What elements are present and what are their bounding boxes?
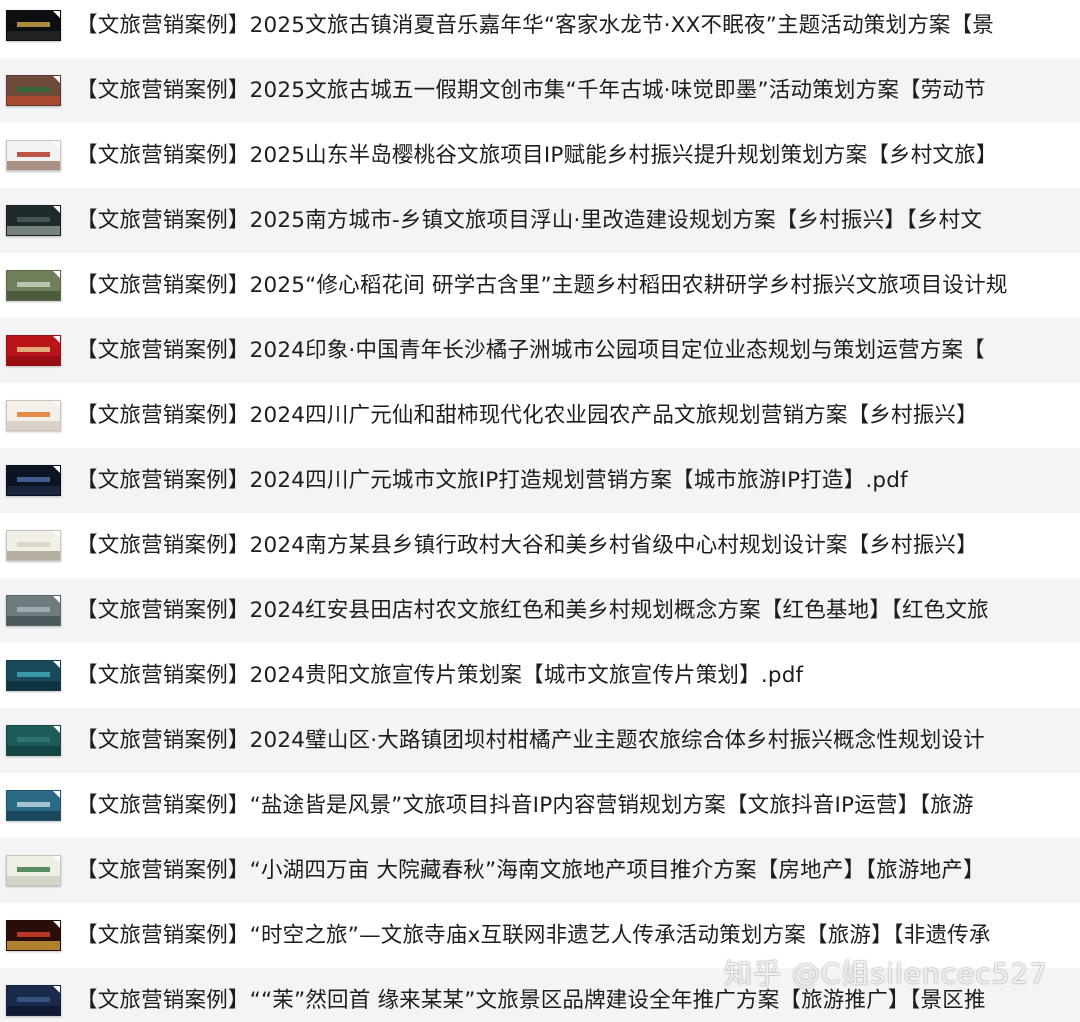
file-name: 【文旅营销案例】2025“修心稻花间 研学古含里”主题乡村稻田农耕研学乡村振兴文… [76, 273, 1008, 298]
file-name: 【文旅营销案例】“时空之旅”—文旅寺庙x互联网非遗艺人传承活动策划方案【旅游】【… [76, 923, 991, 948]
file-row[interactable]: 【文旅营销案例】2025文旅古城五一假期文创市集“千年古城·味觉即墨”活动策划方… [0, 58, 1080, 123]
file-row[interactable]: 【文旅营销案例】““茉”然回首 缘来某某”文旅景区品牌建设全年推广方案【旅游推广… [0, 968, 1080, 1022]
file-row[interactable]: 【文旅营销案例】2024贵阳文旅宣传片策划案【城市文旅宣传片策划】.pdf [0, 643, 1080, 708]
file-thumbnail-icon [6, 725, 61, 756]
file-row[interactable]: 【文旅营销案例】“时空之旅”—文旅寺庙x互联网非遗艺人传承活动策划方案【旅游】【… [0, 903, 1080, 968]
file-thumbnail-icon [6, 335, 61, 366]
file-thumbnail-icon [6, 270, 61, 301]
file-name: 【文旅营销案例】2024南方某县乡镇行政村大谷和美乡村省级中心村规划设计案【乡村… [76, 533, 978, 558]
file-thumbnail-icon [6, 205, 61, 236]
file-thumbnail-icon [6, 920, 61, 951]
file-row[interactable]: 【文旅营销案例】2025南方城市-乡镇文旅项目浮山·里改造建设规划方案【乡村振兴… [0, 188, 1080, 253]
file-name: 【文旅营销案例】2025文旅古城五一假期文创市集“千年古城·味觉即墨”活动策划方… [76, 78, 986, 103]
file-row[interactable]: 【文旅营销案例】2025山东半岛樱桃谷文旅项目IP赋能乡村振兴提升规划策划方案【… [0, 123, 1080, 188]
file-row[interactable]: 【文旅营销案例】2025文旅古镇消夏音乐嘉年华“客家水龙节·XX不眠夜”主题活动… [0, 0, 1080, 58]
file-thumbnail-icon [6, 530, 61, 561]
file-row[interactable]: 【文旅营销案例】2024璧山区·大路镇团坝村柑橘产业主题农旅综合体乡村振兴概念性… [0, 708, 1080, 773]
file-name: 【文旅营销案例】2024四川广元城市文旅IP打造规划营销方案【城市旅游IP打造】… [76, 468, 908, 493]
file-thumbnail-icon [6, 140, 61, 171]
file-thumbnail-icon [6, 985, 61, 1016]
file-name: 【文旅营销案例】2024印象·中国青年长沙橘子洲城市公园项目定位业态规划与策划运… [76, 338, 985, 363]
file-name: 【文旅营销案例】2024璧山区·大路镇团坝村柑橘产业主题农旅综合体乡村振兴概念性… [76, 728, 985, 753]
file-name: 【文旅营销案例】2024四川广元仙和甜柿现代化农业园农产品文旅规划营销方案【乡村… [76, 403, 978, 428]
file-name: 【文旅营销案例】“小湖四万亩 大院藏春秋”海南文旅地产项目推介方案【房地产】【旅… [76, 858, 985, 883]
file-thumbnail-icon [6, 790, 61, 821]
file-name: 【文旅营销案例】2024红安县田店村农文旅红色和美乡村规划概念方案【红色基地】【… [76, 598, 989, 623]
file-row[interactable]: 【文旅营销案例】“盐途皆是风景”文旅项目抖音IP内容营销规划方案【文旅抖音IP运… [0, 773, 1080, 838]
file-name: 【文旅营销案例】2025南方城市-乡镇文旅项目浮山·里改造建设规划方案【乡村振兴… [76, 208, 983, 233]
file-row[interactable]: 【文旅营销案例】“小湖四万亩 大院藏春秋”海南文旅地产项目推介方案【房地产】【旅… [0, 838, 1080, 903]
file-name: 【文旅营销案例】2024贵阳文旅宣传片策划案【城市文旅宣传片策划】.pdf [76, 663, 804, 688]
file-thumbnail-icon [6, 465, 61, 496]
file-thumbnail-icon [6, 75, 61, 106]
file-row[interactable]: 【文旅营销案例】2024印象·中国青年长沙橘子洲城市公园项目定位业态规划与策划运… [0, 318, 1080, 383]
file-name: 【文旅营销案例】“盐途皆是风景”文旅项目抖音IP内容营销规划方案【文旅抖音IP运… [76, 793, 974, 818]
file-thumbnail-icon [6, 855, 61, 886]
file-thumbnail-icon [6, 595, 61, 626]
file-row[interactable]: 【文旅营销案例】2025“修心稻花间 研学古含里”主题乡村稻田农耕研学乡村振兴文… [0, 253, 1080, 318]
file-row[interactable]: 【文旅营销案例】2024四川广元仙和甜柿现代化农业园农产品文旅规划营销方案【乡村… [0, 383, 1080, 448]
file-name: 【文旅营销案例】““茉”然回首 缘来某某”文旅景区品牌建设全年推广方案【旅游推广… [76, 988, 986, 1013]
file-list: 【文旅营销案例】2025文旅古镇消夏音乐嘉年华“客家水龙节·XX不眠夜”主题活动… [0, 0, 1080, 1022]
file-name: 【文旅营销案例】2025山东半岛樱桃谷文旅项目IP赋能乡村振兴提升规划策划方案【… [76, 143, 998, 168]
file-thumbnail-icon [6, 400, 61, 431]
file-row[interactable]: 【文旅营销案例】2024红安县田店村农文旅红色和美乡村规划概念方案【红色基地】【… [0, 578, 1080, 643]
file-row[interactable]: 【文旅营销案例】2024南方某县乡镇行政村大谷和美乡村省级中心村规划设计案【乡村… [0, 513, 1080, 578]
file-row[interactable]: 【文旅营销案例】2024四川广元城市文旅IP打造规划营销方案【城市旅游IP打造】… [0, 448, 1080, 513]
file-thumbnail-icon [6, 660, 61, 691]
file-thumbnail-icon [6, 10, 61, 41]
file-name: 【文旅营销案例】2025文旅古镇消夏音乐嘉年华“客家水龙节·XX不眠夜”主题活动… [76, 13, 994, 38]
